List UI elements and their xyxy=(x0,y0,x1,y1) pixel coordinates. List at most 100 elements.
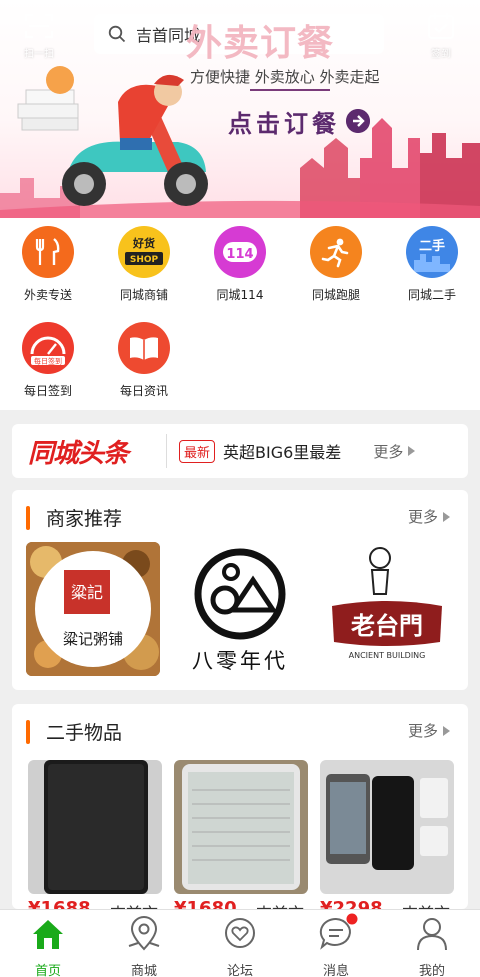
second-hand-more-link[interactable]: 更多 xyxy=(408,720,450,741)
more-label: 更多 xyxy=(373,442,404,461)
section-title: 二手物品 xyxy=(46,722,123,744)
merchant-item[interactable]: 八零年代 xyxy=(173,542,307,676)
section-accent-bar xyxy=(26,506,30,530)
sign-in-button[interactable]: 签到 xyxy=(424,12,458,60)
merchant-subtitle: ANCIENT BUILDING xyxy=(349,651,426,660)
profile-icon xyxy=(417,918,447,951)
merchant-logo-image: 老台門 ANCIENT BUILDING xyxy=(332,547,442,660)
goods-price: ¥2298 xyxy=(320,898,383,909)
tab-label: 商城 xyxy=(130,964,157,977)
takeout-banner[interactable]: 扫一扫 吉首同城 外卖订餐 签到 方便快捷 外卖放心 外卖走起 点击订餐 xyxy=(0,0,480,218)
city-headline-bar[interactable]: 同城头条 最新 英超BIG6里最差 更多 xyxy=(12,424,468,478)
slogan-underline xyxy=(250,89,330,91)
triangle-right-icon xyxy=(408,446,416,456)
scan-button[interactable]: 扫一扫 xyxy=(22,12,56,60)
goods-price: ¥1688 xyxy=(28,898,91,909)
headline-logo: 同城头条 xyxy=(28,438,129,469)
search-icon xyxy=(108,25,126,43)
goods-location: 吉首市 xyxy=(256,900,304,909)
phone-photo-image xyxy=(28,760,162,894)
category-takeout[interactable]: 外卖专送 xyxy=(0,220,96,310)
scan-label: 扫一扫 xyxy=(24,49,54,60)
svg-text:114: 114 xyxy=(226,247,253,262)
category-label: 外卖专送 xyxy=(23,288,72,302)
tab-label: 消息 xyxy=(322,964,349,977)
merchant-logo-image: 粱記 粱记粥铺 xyxy=(26,542,160,676)
phone-photo-image xyxy=(174,760,308,894)
shop-icon: 好货 SHOP xyxy=(118,226,170,278)
category-grid: 外卖专送 好货 SHOP 同城商铺 114 同城114 同城跑腿 二手 同城二手… xyxy=(0,218,480,410)
heart-chat-icon xyxy=(225,918,255,948)
category-second-hand[interactable]: 二手 同城二手 xyxy=(384,220,480,310)
gauge-icon: 每日签到 xyxy=(22,322,74,374)
scan-icon xyxy=(24,13,54,39)
tab-home[interactable]: 首页 xyxy=(0,910,96,977)
phone-photo-image xyxy=(320,760,454,894)
triangle-right-icon xyxy=(443,725,450,736)
sign-in-label: 签到 xyxy=(431,49,451,60)
search-text: 吉首同城 xyxy=(136,26,201,45)
tab-mall[interactable]: 商城 xyxy=(96,910,192,977)
svg-text:二手: 二手 xyxy=(419,238,445,254)
map-pin-icon xyxy=(128,916,160,951)
category-daily-news[interactable]: 每日资讯 xyxy=(96,316,192,406)
goods-item-image[interactable] xyxy=(174,760,308,894)
goods-location: 吉首市 xyxy=(402,900,450,909)
home-icon xyxy=(33,920,63,949)
runner-icon xyxy=(310,226,362,278)
bottom-tab-bar: 首页 商城 论坛 消息 我的 xyxy=(0,909,480,977)
goods-item-image[interactable] xyxy=(28,760,162,894)
category-daily-sign[interactable]: 每日签到 每日签到 xyxy=(0,316,96,406)
more-label: 更多 xyxy=(407,508,438,526)
category-errand[interactable]: 同城跑腿 xyxy=(288,220,384,310)
section-header: 二手物品 更多 xyxy=(12,704,468,756)
merchant-seal-text: 粱記 xyxy=(71,583,103,602)
svg-text:好货: 好货 xyxy=(132,236,155,250)
category-shop[interactable]: 好货 SHOP 同城商铺 xyxy=(96,220,192,310)
tab-label: 论坛 xyxy=(226,964,253,977)
merchant-logo-image: 八零年代 xyxy=(192,548,288,673)
goods-location: 吉首市 xyxy=(110,900,158,909)
tab-label: 首页 xyxy=(34,964,61,977)
section-header: 商家推荐 更多 xyxy=(12,490,468,542)
merchant-name: 粱记粥铺 xyxy=(63,630,123,648)
merchant-name: 老台門 xyxy=(351,611,423,640)
headline-new-badge: 最新 xyxy=(179,439,216,463)
second-hand-icon: 二手 xyxy=(406,226,458,278)
tab-messages[interactable]: 消息 xyxy=(288,910,384,977)
category-label: 同城商铺 xyxy=(119,288,168,302)
merchant-item[interactable]: 粱記 粱记粥铺 xyxy=(26,542,160,676)
category-114[interactable]: 114 同城114 xyxy=(192,220,288,310)
svg-text:SHOP: SHOP xyxy=(130,255,159,265)
calendar-check-icon xyxy=(428,13,454,39)
fork-knife-icon xyxy=(22,226,74,278)
merchant-item[interactable]: 老台門 ANCIENT BUILDING xyxy=(320,542,454,676)
svg-text:每日签到: 每日签到 xyxy=(34,357,62,366)
second-hand-card: 二手物品 更多 ¥1688 ¥1680 ¥2298 xyxy=(12,704,468,909)
tab-forum[interactable]: 论坛 xyxy=(192,910,288,977)
tab-profile[interactable]: 我的 xyxy=(384,910,480,977)
more-label: 更多 xyxy=(407,722,438,740)
merchant-recommend-card: 商家推荐 更多 粱記 粱记粥铺 八零年代 老台門 ANCIENT BUILDIN… xyxy=(12,490,468,690)
order-now-button[interactable]: 点击订餐 xyxy=(228,104,370,138)
merchants-more-link[interactable]: 更多 xyxy=(408,506,450,527)
phone-114-icon: 114 xyxy=(214,226,266,278)
headline-more-link[interactable]: 更多 xyxy=(373,441,416,462)
message-icon xyxy=(319,913,358,950)
category-label: 同城二手 xyxy=(407,288,456,302)
section-title: 商家推荐 xyxy=(46,508,123,530)
search-bar[interactable]: 吉首同城 xyxy=(94,14,384,54)
goods-item-image[interactable] xyxy=(320,760,454,894)
book-icon xyxy=(118,322,170,374)
category-label: 同城114 xyxy=(216,288,264,302)
merchant-name: 八零年代 xyxy=(192,649,288,673)
triangle-right-icon xyxy=(443,511,450,522)
section-accent-bar xyxy=(26,720,30,744)
headline-text: 英超BIG6里最差 xyxy=(223,443,342,462)
category-label: 每日资讯 xyxy=(119,384,168,398)
goods-price: ¥1680 xyxy=(174,898,237,909)
category-label: 同城跑腿 xyxy=(311,288,360,302)
tab-label: 我的 xyxy=(418,964,445,977)
divider xyxy=(166,434,168,468)
category-label: 每日签到 xyxy=(23,384,72,398)
